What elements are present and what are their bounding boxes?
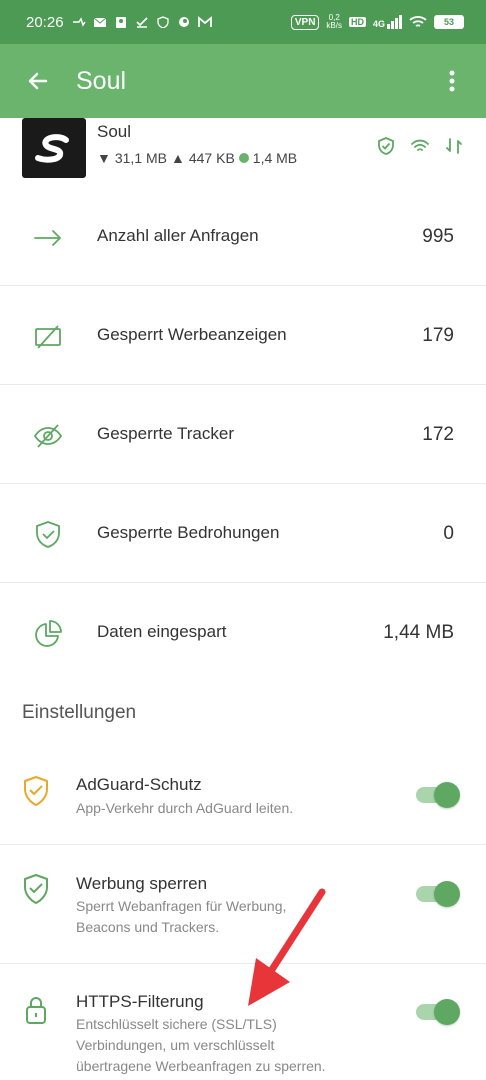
app-traffic: ▼ 31,1 MB ▲ 447 KB 1,4 MB (97, 150, 297, 166)
stat-value: 995 (422, 226, 454, 247)
setting-subtitle: Entschlüsselt sichere (SSL/TLS) Verbindu… (76, 1016, 326, 1074)
saved-dot-icon (238, 153, 249, 163)
network-type: 4G (372, 19, 385, 29)
shield-icon (156, 16, 169, 28)
download-value: 31,1 MB (114, 150, 167, 166)
stat-row-saved: Daten eingespart 1,44 MB (0, 584, 486, 682)
shield-check-icon[interactable] (376, 136, 396, 156)
stat-label: Gesperrte Tracker (97, 424, 234, 443)
stat-value: 172 (422, 424, 454, 445)
stat-label: Anzahl aller Anfragen (97, 226, 259, 245)
back-arrow-icon[interactable] (26, 69, 50, 93)
network-speed: 0,2 kB/s (326, 14, 342, 30)
setting-title: Werbung sperren (76, 874, 208, 893)
ad-blocked-icon (35, 325, 61, 349)
app-status-icons (376, 136, 464, 156)
stat-value: 179 (422, 325, 454, 346)
notification-icon (72, 17, 86, 27)
shield-check-icon (36, 521, 60, 548)
contact-icon (115, 17, 126, 28)
stat-label: Gesperrte Bedrohungen (97, 523, 280, 542)
stat-row-threats: Gesperrte Bedrohungen 0 (0, 485, 486, 583)
speed-unit: kB/s (326, 21, 342, 30)
notification-icons (72, 16, 212, 28)
app-logo (22, 118, 86, 178)
signal-icon: 4G (373, 15, 402, 29)
status-time: 20:26 (26, 13, 64, 31)
gmail-icon (197, 16, 212, 27)
setting-subtitle: App-Verkehr durch AdGuard leiten. (76, 800, 294, 816)
settings-section-title: Einstellungen (22, 702, 137, 723)
stat-label: Daten eingespart (97, 622, 227, 641)
soul-logo-icon (35, 134, 69, 163)
wifi-icon[interactable] (410, 136, 430, 156)
lock-icon (26, 997, 46, 1024)
app-bar: Soul (0, 44, 486, 118)
block-ads-toggle[interactable] (416, 881, 460, 907)
setting-adguard-protection[interactable]: AdGuard-Schutz App-Verkehr durch AdGuard… (0, 745, 486, 845)
shield-check-icon (24, 873, 48, 905)
stat-row-trackers: Gesperrte Tracker 172 (0, 386, 486, 484)
saved-value: 1,4 MB (252, 150, 298, 166)
stat-value: 1,44 MB (383, 622, 454, 643)
wifi-icon (409, 16, 427, 27)
upload-icon: ▲ (171, 150, 185, 166)
page-title: Soul (76, 66, 127, 95)
pie-chart-icon (35, 620, 62, 647)
download-icon: ▼ (97, 150, 111, 166)
stat-value: 0 (443, 523, 454, 544)
stat-label: Gesperrt Werbeanzeigen (97, 325, 287, 344)
status-bar: 20:26 VPN 0,2 kB/s HD 4G 53 (0, 0, 486, 44)
https-filtering-toggle[interactable] (416, 999, 460, 1025)
app-header: Soul ▼ 31,1 MB ▲ 447 KB 1,4 MB (0, 118, 486, 188)
stat-row-ads: Gesperrt Werbeanzeigen 179 (0, 287, 486, 385)
stat-row-requests: Anzahl aller Anfragen 995 (0, 188, 486, 286)
check-icon (135, 17, 148, 28)
upload-value: 447 KB (188, 150, 235, 166)
mobile-data-icon[interactable] (444, 136, 464, 156)
firefox-icon (178, 17, 189, 27)
system-indicators: VPN 0,2 kB/s HD 4G 53 (290, 14, 464, 30)
arrow-right-icon (34, 230, 61, 246)
more-options-icon[interactable] (440, 69, 464, 93)
adguard-protection-toggle[interactable] (416, 782, 460, 808)
app-name: Soul (97, 122, 132, 141)
annotation-arrow-icon (248, 888, 326, 1006)
eye-off-icon (33, 424, 63, 448)
setting-title: AdGuard-Schutz (76, 775, 202, 794)
battery-icon: 53 (434, 15, 464, 29)
vpn-badge: VPN (290, 14, 320, 30)
mail-icon (93, 17, 106, 27)
hd-badge: HD (348, 17, 366, 27)
shield-check-icon (24, 775, 48, 807)
setting-title: HTTPS-Filterung (76, 992, 204, 1011)
